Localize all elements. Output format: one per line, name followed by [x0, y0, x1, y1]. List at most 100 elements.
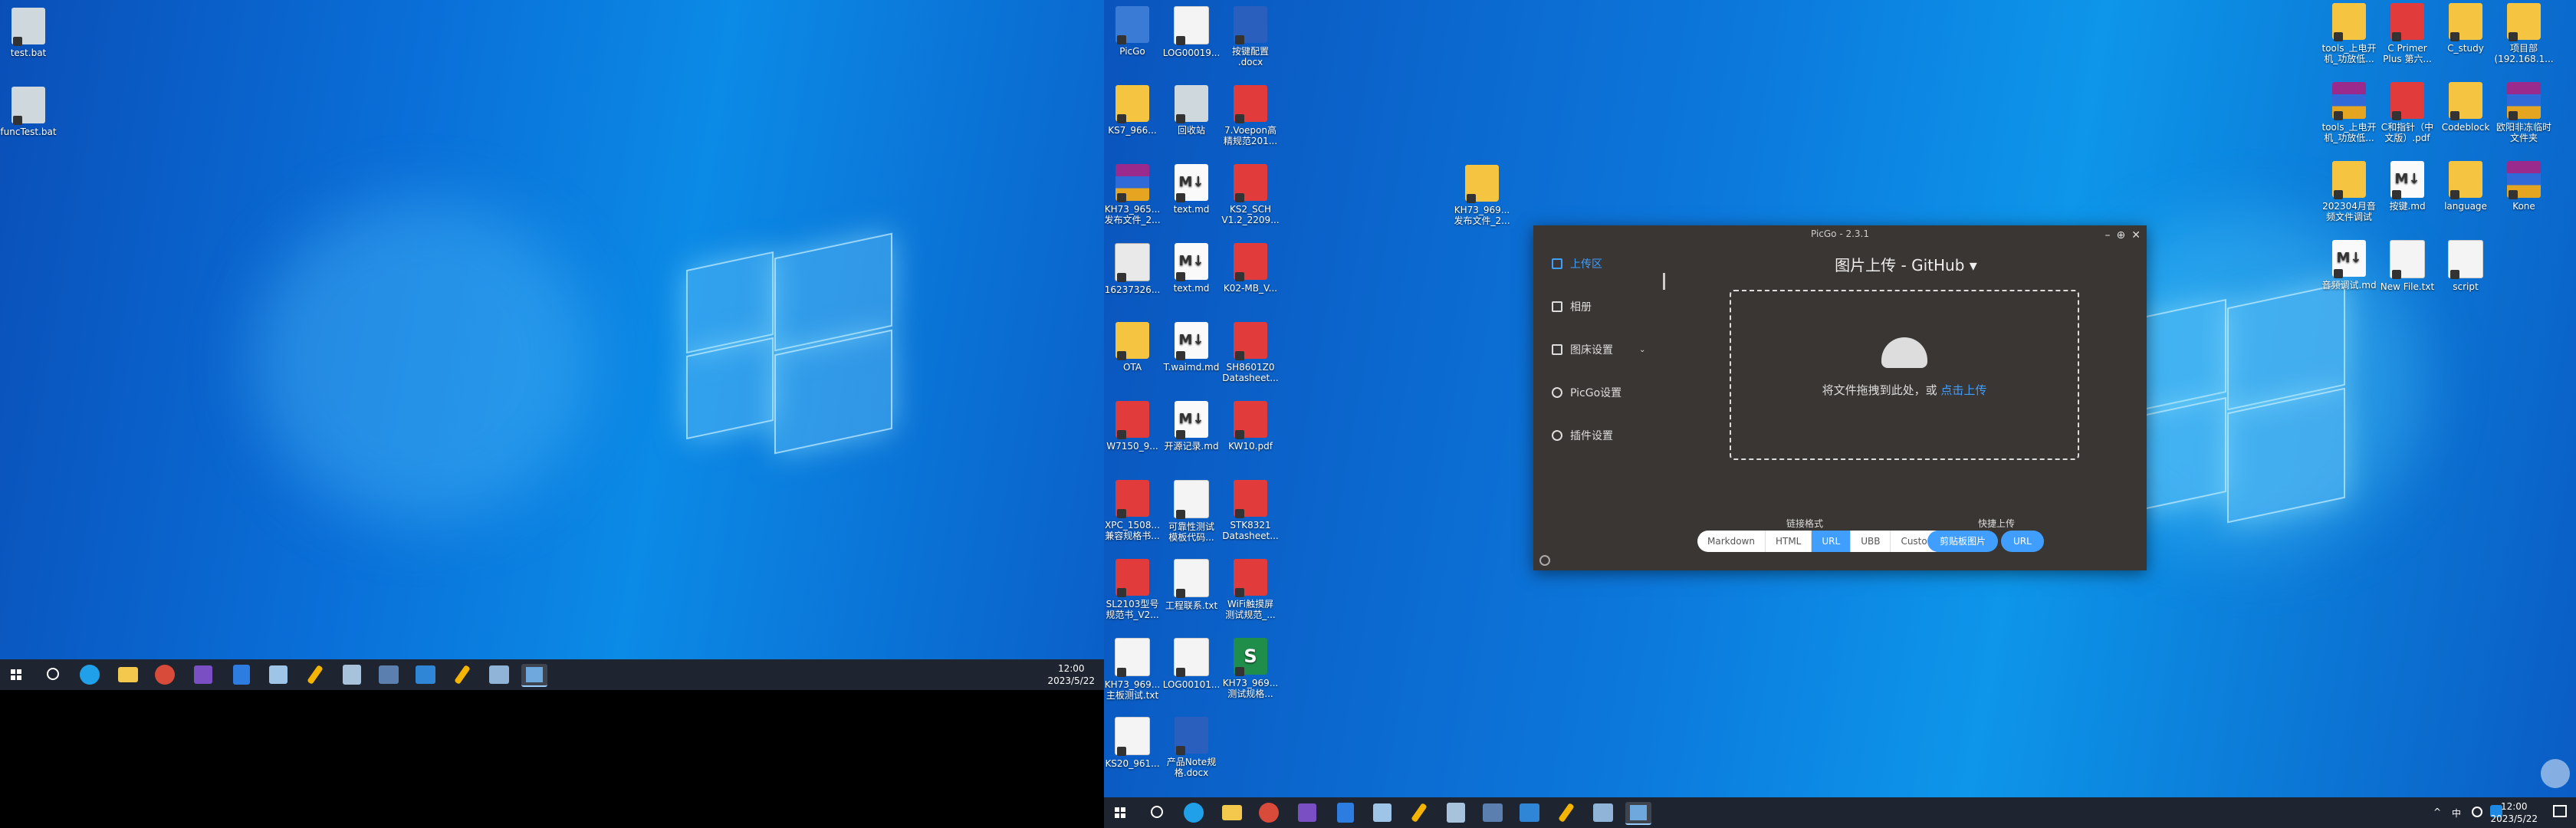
desktop-icon[interactable]: 16237326... — [1104, 243, 1165, 295]
desktop-icon[interactable]: tools_上电开 机_功放低... — [2316, 82, 2382, 143]
network-icon[interactable] — [379, 665, 399, 684]
pencil-icon[interactable] — [454, 665, 471, 685]
tray-app-icon[interactable] — [2472, 807, 2482, 817]
desktop-icon[interactable]: LOG00101... — [1158, 638, 1224, 690]
app-icon[interactable] — [155, 665, 175, 685]
desktop-icon[interactable]: 回收站 — [1158, 85, 1224, 136]
upload-drop-zone[interactable]: 将文件拖拽到此处，或 点击上传 — [1730, 290, 2079, 460]
picgo-titlebar[interactable]: PicGo - 2.3.1 – ⊕ ✕ — [1533, 225, 2147, 242]
desktop-icon[interactable]: 202304月音 频文件调试 — [2316, 161, 2382, 222]
desktop-icon[interactable]: SL2103型号 规范书_V2... — [1104, 559, 1165, 620]
desktop-icon[interactable]: 产品Note规 格.docx — [1158, 717, 1224, 778]
file-explorer-icon[interactable] — [1222, 805, 1242, 820]
edge-browser-icon[interactable] — [1184, 803, 1204, 823]
nav-plugin-settings[interactable]: 插件设置 — [1533, 414, 1665, 457]
file-explorer-icon[interactable] — [118, 667, 138, 682]
picgo-taskbar-icon[interactable] — [521, 664, 547, 687]
app-icon[interactable] — [1259, 803, 1279, 823]
desktop-icon[interactable]: KS7_966... — [1104, 85, 1165, 136]
minimize-icon[interactable]: – — [2105, 227, 2111, 244]
clock[interactable]: 12:00 2023/5/22 — [1047, 662, 1095, 687]
desktop-icon[interactable]: K02-MB_V... — [1217, 243, 1283, 294]
format-url[interactable]: URL — [1812, 531, 1852, 552]
start-button[interactable] — [1107, 802, 1133, 823]
desktop-icon[interactable]: M↓ text.md — [1158, 243, 1224, 294]
nav-album[interactable]: 相册 — [1533, 285, 1665, 328]
pencil-icon[interactable] — [1558, 803, 1575, 823]
desktop-icon[interactable]: 7.Voepon高 精规范201... — [1217, 85, 1283, 146]
desktop-icon[interactable]: M↓ 音频调试.md — [2316, 240, 2382, 291]
upload-header-picbed-selector[interactable]: 图片上传 - GitHub ▾ — [1665, 253, 2147, 275]
desktop-icon[interactable]: M↓ text.md — [1158, 164, 1224, 215]
desktop-icon[interactable]: M↓ 按键.md — [2374, 161, 2440, 212]
notepad-icon[interactable] — [489, 665, 509, 684]
desktop-icon[interactable]: SH8601Z0 Datasheet... — [1217, 322, 1283, 383]
calculator-icon[interactable] — [343, 665, 361, 685]
desktop-icon[interactable]: script — [2433, 240, 2499, 292]
desktop-icon[interactable]: C Primer Plus 第六... — [2374, 3, 2440, 64]
calculator-icon[interactable] — [1447, 803, 1465, 823]
desktop-icon[interactable]: KW10.pdf — [1217, 401, 1283, 452]
desktop-icon[interactable]: 项目部 (192.168.1... — [2491, 3, 2557, 64]
format-html[interactable]: HTML — [1766, 531, 1812, 552]
desktop-icon[interactable]: test.bat — [0, 8, 61, 58]
desktop-icon[interactable]: 按键配置 .docx — [1217, 6, 1283, 67]
desktop-icon[interactable]: C和指针（中 文版）.pdf — [2374, 82, 2440, 143]
desktop-icon[interactable]: Kone — [2491, 161, 2557, 212]
notification-icon[interactable] — [2553, 805, 2567, 817]
desktop-icon[interactable]: KH73_969... 主板测试.txt — [1104, 638, 1165, 701]
desktop-icon[interactable]: New File.txt — [2374, 240, 2440, 292]
clipboard-upload-button[interactable]: 剪贴板图片 — [1927, 531, 1999, 552]
desktop-icon[interactable]: STK8321 Datasheet... — [1217, 480, 1283, 541]
desktop-icon[interactable]: LOG00019... — [1158, 6, 1224, 58]
click-upload-link[interactable]: 点击上传 — [1940, 383, 1986, 397]
visual-studio-icon[interactable] — [194, 665, 212, 684]
pencil-icon[interactable] — [1411, 803, 1428, 823]
gear-icon[interactable] — [1373, 803, 1392, 822]
edge-browser-icon[interactable] — [80, 665, 100, 685]
format-ubb[interactable]: UBB — [1851, 531, 1891, 552]
picgo-taskbar-icon[interactable] — [1625, 802, 1651, 825]
settings-circle-icon[interactable]: ⊕ — [2117, 227, 2126, 244]
desktop-icon[interactable]: KH73_965... 发布文件_2... — [1104, 164, 1165, 225]
search-icon[interactable] — [40, 664, 66, 685]
url-upload-button[interactable]: URL — [2001, 531, 2044, 552]
desktop-icon[interactable]: Codeblock — [2433, 82, 2499, 133]
pencil-icon[interactable] — [307, 665, 324, 685]
search-icon[interactable] — [1144, 802, 1170, 823]
nav-picgo-settings[interactable]: PicGo设置 — [1533, 371, 1665, 414]
desktop-icon[interactable]: WiFi触摸屏 测试规范_... — [1217, 559, 1283, 620]
desktop-icon[interactable]: S KH73_969... 测试规格... — [1217, 638, 1283, 699]
desktop-icon[interactable]: KS20_961... — [1104, 717, 1165, 769]
network-icon[interactable] — [1483, 803, 1503, 822]
window-icon[interactable] — [1520, 803, 1539, 822]
desktop-icon[interactable]: 可靠性测试 模板代码... — [1158, 480, 1224, 543]
shield-icon[interactable] — [1337, 803, 1354, 823]
desktop-icon[interactable]: KS2_SCH V1.2_2209... — [1217, 164, 1283, 225]
desktop-icon[interactable]: W7150_9... — [1104, 401, 1165, 452]
input-language[interactable]: 中 — [2452, 807, 2461, 820]
tray-chevron-icon[interactable]: ^ — [2433, 807, 2441, 817]
shield-icon[interactable] — [233, 665, 250, 685]
format-markdown[interactable]: Markdown — [1697, 531, 1766, 552]
desktop-icon[interactable]: OTA — [1104, 322, 1165, 373]
nav-upload[interactable]: 上传区 — [1533, 242, 1665, 285]
clock[interactable]: 12:00 2023/5/22 — [2490, 800, 2538, 825]
desktop-icon[interactable]: KH73_969... 发布文件_2... — [1449, 165, 1515, 226]
desktop-icon[interactable]: M↓ T.waimd.md — [1158, 322, 1224, 373]
desktop-icon[interactable]: 工程联系.txt — [1158, 559, 1224, 611]
desktop-icon[interactable]: M↓ 开源记录.md — [1158, 401, 1224, 452]
desktop-icon[interactable]: PicGo — [1104, 6, 1165, 57]
window-icon[interactable] — [416, 665, 435, 684]
gear-icon[interactable] — [269, 665, 288, 684]
close-icon[interactable]: ✕ — [2131, 227, 2141, 244]
nav-image-host-settings[interactable]: 图床设置 ⌄ — [1533, 328, 1665, 371]
info-icon[interactable] — [1539, 555, 1550, 566]
desktop-icon[interactable]: funcTest.bat — [0, 87, 61, 137]
start-button[interactable] — [3, 664, 29, 685]
assistive-float-button[interactable] — [2541, 759, 2570, 788]
notepad-icon[interactable] — [1593, 803, 1613, 822]
visual-studio-icon[interactable] — [1298, 803, 1316, 822]
desktop-icon[interactable]: XPC_1508... 兼容规格书... — [1104, 480, 1165, 541]
desktop-icon[interactable]: tools_上电开 机_功放低... — [2316, 3, 2382, 64]
